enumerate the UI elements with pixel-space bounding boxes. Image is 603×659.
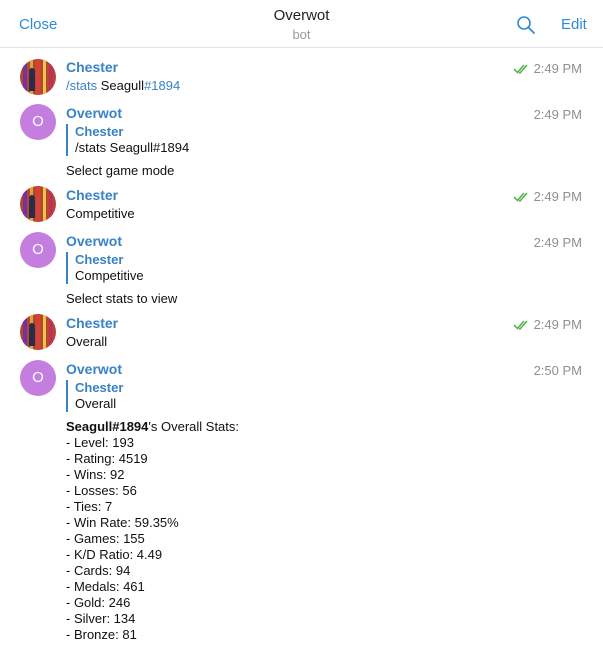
message-time: 2:49 PM <box>533 107 582 122</box>
message-time: 2:49 PM <box>533 317 582 332</box>
stats-heading-suffix: 's Overall Stats: <box>148 419 240 434</box>
message-text: Select stats to view <box>66 291 178 306</box>
bot-avatar[interactable]: O <box>20 360 56 396</box>
stat-games: - Games: 155 <box>66 531 145 546</box>
hashtag-link[interactable]: #1894 <box>144 78 180 93</box>
stat-bronze: - Bronze: 81 <box>66 627 137 642</box>
command-link[interactable]: /stats <box>66 78 97 93</box>
sender-name[interactable]: Chester <box>66 187 118 203</box>
stat-gold: - Gold: 246 <box>66 595 131 610</box>
sender-name[interactable]: Overwot <box>66 233 122 249</box>
stat-level: - Level: 193 <box>66 435 134 450</box>
message-text: Overall <box>66 334 108 349</box>
reply-text: /stats Seagull#1894 <box>75 140 190 155</box>
sender-name[interactable]: Overwot <box>66 361 122 377</box>
message-time: 2:49 PM <box>533 189 582 204</box>
stat-kd-ratio: - K/D Ratio: 4.49 <box>66 547 163 562</box>
message-text: /stats Seagull#1894 <box>66 78 180 94</box>
user-avatar-image <box>20 59 56 95</box>
stat-win-rate: - Win Rate: 59.35% <box>66 515 179 530</box>
stat-wins: - Wins: 92 <box>66 467 125 482</box>
chat-header: Close Overwot bot Edit <box>0 0 603 48</box>
double-check-icon <box>513 192 528 202</box>
user-avatar-image <box>20 186 56 222</box>
sender-name[interactable]: Chester <box>66 315 118 331</box>
sender-name[interactable]: Overwot <box>66 105 122 121</box>
reply-quote[interactable]: Chester Overall <box>66 380 123 412</box>
stats-heading: Seagull#1894's Overall Stats: <box>66 419 239 435</box>
reply-sender: Chester <box>75 124 124 139</box>
double-check-icon <box>513 320 528 330</box>
chat-subtitle: bot <box>292 27 311 42</box>
stat-cards: - Cards: 94 <box>66 563 131 578</box>
double-check-icon <box>513 64 528 74</box>
stat-rating: - Rating: 4519 <box>66 451 148 466</box>
reply-text: Overall <box>75 396 117 411</box>
message-text: Competitive <box>66 206 135 221</box>
stat-medals: - Medals: 461 <box>66 579 145 594</box>
reply-sender: Chester <box>75 252 124 267</box>
reply-quote[interactable]: Chester /stats Seagull#1894 <box>66 124 189 156</box>
reply-quote[interactable]: Chester Competitive <box>66 252 144 284</box>
chat-title: Overwot <box>273 7 330 24</box>
edit-button[interactable]: Edit <box>561 16 587 33</box>
message-time: 2:49 PM <box>533 235 582 250</box>
reply-sender: Chester <box>75 380 124 395</box>
player-name: Seagull#1894 <box>66 419 149 434</box>
user-avatar[interactable] <box>20 59 56 95</box>
sender-name[interactable]: Chester <box>66 59 118 75</box>
message-time: 2:49 PM <box>533 61 582 76</box>
stat-ties: - Ties: 7 <box>66 499 113 514</box>
bot-avatar[interactable]: O <box>20 232 56 268</box>
user-avatar[interactable] <box>20 314 56 350</box>
bot-avatar[interactable]: O <box>20 104 56 140</box>
reply-text: Competitive <box>75 268 144 283</box>
search-icon[interactable] <box>516 15 536 35</box>
user-avatar[interactable] <box>20 186 56 222</box>
stat-losses: - Losses: 56 <box>66 483 137 498</box>
user-avatar-image <box>20 314 56 350</box>
command-arg: Seagull <box>97 78 145 93</box>
stats-block: Seagull#1894's Overall Stats: - Level: 1… <box>66 419 239 643</box>
stat-silver: - Silver: 134 <box>66 611 136 626</box>
message-text: Select game mode <box>66 163 175 178</box>
message-time: 2:50 PM <box>533 363 582 378</box>
